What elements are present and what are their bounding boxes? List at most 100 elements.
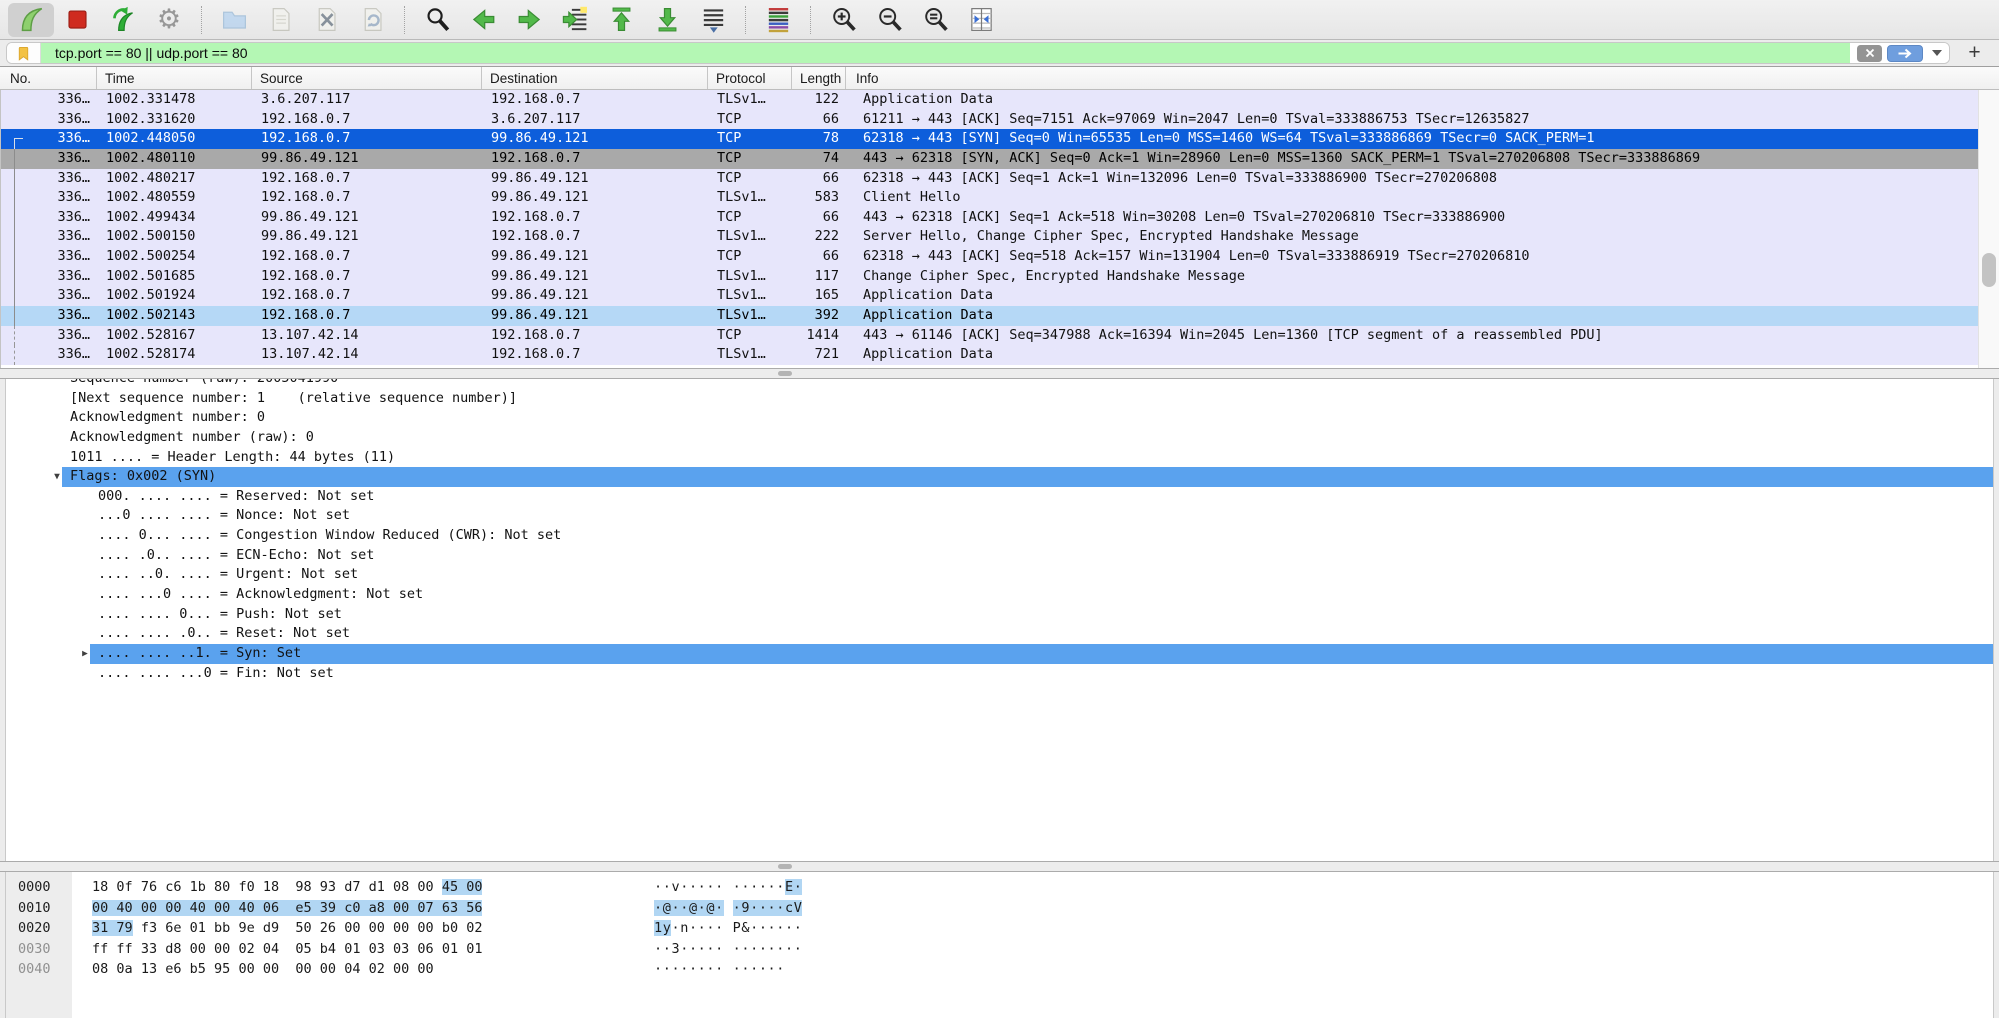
packet-pro-cell: TCP xyxy=(709,169,793,189)
packet-dst-cell: 99.86.49.121 xyxy=(483,188,709,208)
detail-line[interactable]: 000. .... .... = Reserved: Not set xyxy=(6,487,1993,507)
column-header-source[interactable]: Source xyxy=(252,67,482,89)
detail-line[interactable]: [Next sequence number: 1 (relative seque… xyxy=(6,389,1993,409)
packet-row[interactable]: 336…1002.50015099.86.49.121192.168.0.7TL… xyxy=(1,227,1999,247)
restart-capture-button[interactable] xyxy=(100,3,146,37)
detail-text: Acknowledgment number (raw): 0 xyxy=(70,428,314,448)
add-filter-button[interactable]: + xyxy=(1950,41,1999,65)
zoom-original-icon xyxy=(921,5,950,34)
column-header-protocol[interactable]: Protocol xyxy=(708,67,792,89)
detail-line[interactable]: .... ...0 .... = Acknowledgment: Not set xyxy=(6,585,1993,605)
save-file-button[interactable] xyxy=(257,3,303,37)
column-header-no[interactable]: No. xyxy=(0,67,97,89)
hex-offset: 0020 xyxy=(6,918,72,939)
packet-info-cell: 443 → 61146 [ACK] Seq=347988 Ack=16394 W… xyxy=(847,326,1999,346)
packet-row[interactable]: 336…1002.448050192.168.0.799.86.49.121TC… xyxy=(1,129,1999,149)
detail-line[interactable]: .... .... .0.. = Reset: Not set xyxy=(6,624,1993,644)
detail-line[interactable]: Sequence number (raw): 2005041990 xyxy=(6,379,1993,389)
filter-clear-button[interactable] xyxy=(1857,45,1882,62)
packet-row[interactable]: 336…1002.3314783.6.207.117192.168.0.7TLS… xyxy=(1,90,1999,110)
detail-line[interactable]: ...0 .... .... = Nonce: Not set xyxy=(6,506,1993,526)
go-last-packet-button[interactable] xyxy=(644,3,690,37)
packet-info-cell: 61211 → 443 [ACK] Seq=7151 Ack=97069 Win… xyxy=(847,110,1999,130)
packet-row[interactable]: 336…1002.480217192.168.0.799.86.49.121TC… xyxy=(1,169,1999,189)
go-forward-button[interactable] xyxy=(506,3,552,37)
detail-line[interactable]: .... .... ...0 = Fin: Not set xyxy=(6,664,1993,684)
column-header-info[interactable]: Info xyxy=(846,67,1999,89)
zoom-in-button[interactable] xyxy=(820,3,866,37)
packet-no-cell: 336… xyxy=(1,345,98,365)
packet-row[interactable]: 336…1002.331620192.168.0.73.6.207.117TCP… xyxy=(1,110,1999,130)
packet-info-cell: 62318 → 443 [ACK] Seq=518 Ack=157 Win=13… xyxy=(847,247,1999,267)
packet-dst-cell: 192.168.0.7 xyxy=(483,90,709,110)
packet-list-body: 336…1002.3314783.6.207.117192.168.0.7TLS… xyxy=(0,90,1999,368)
zoom-out-button[interactable] xyxy=(866,3,912,37)
stop-square-icon xyxy=(63,5,92,34)
detail-line[interactable]: Acknowledgment number: 0 xyxy=(6,408,1993,428)
detail-line[interactable]: .... .0.. .... = ECN-Echo: Not set xyxy=(6,546,1993,566)
display-filter-input[interactable]: tcp.port == 80 || udp.port == 80 xyxy=(41,43,1850,63)
packet-time-cell: 1002.501685 xyxy=(98,267,253,287)
conversation-mark xyxy=(14,306,23,326)
hex-row[interactable]: 002031 79 f3 6e 01 bb 9e d9 50 26 00 00 … xyxy=(6,918,1993,939)
scrollbar-thumb[interactable] xyxy=(1982,253,1996,287)
packet-info-cell: 62318 → 443 [ACK] Seq=1 Ack=1 Win=132096… xyxy=(847,169,1999,189)
packet-len-cell: 66 xyxy=(793,169,847,189)
auto-scroll-button[interactable] xyxy=(690,3,736,37)
packet-row[interactable]: 336…1002.501924192.168.0.799.86.49.121TL… xyxy=(1,286,1999,306)
conversation-mark xyxy=(14,247,23,267)
packet-row[interactable]: 336…1002.500254192.168.0.799.86.49.121TC… xyxy=(1,247,1999,267)
zoom-original-button[interactable] xyxy=(912,3,958,37)
packet-row[interactable]: 336…1002.49943499.86.49.121192.168.0.7TC… xyxy=(1,208,1999,228)
filter-bar: tcp.port == 80 || udp.port == 80 + xyxy=(0,40,1999,67)
toolbar-separator xyxy=(404,6,405,34)
column-header-length[interactable]: Length xyxy=(792,67,846,89)
packet-src-cell: 192.168.0.7 xyxy=(253,247,483,267)
hex-row[interactable]: 001000 40 00 00 40 00 40 06 e5 39 c0 a8 … xyxy=(6,898,1993,919)
go-first-packet-button[interactable] xyxy=(598,3,644,37)
resize-columns-button[interactable] xyxy=(958,3,1004,37)
clear-x-icon xyxy=(1865,48,1875,58)
detail-line[interactable]: .... ..0. .... = Urgent: Not set xyxy=(6,565,1993,585)
column-header-time[interactable]: Time xyxy=(97,67,252,89)
start-capture-button[interactable] xyxy=(8,3,54,37)
close-file-button[interactable] xyxy=(303,3,349,37)
packet-row[interactable]: 336…1002.48011099.86.49.121192.168.0.7TC… xyxy=(1,149,1999,169)
packet-time-cell: 1002.500150 xyxy=(98,227,253,247)
reload-file-button[interactable] xyxy=(349,3,395,37)
detail-line[interactable]: .... 0... .... = Congestion Window Reduc… xyxy=(6,526,1993,546)
detail-line[interactable]: 1011 .... = Header Length: 44 bytes (11) xyxy=(6,448,1993,468)
detail-line[interactable]: ▼Flags: 0x002 (SYN) xyxy=(6,467,1993,487)
detail-line[interactable]: ▶.... .... ..1. = Syn: Set xyxy=(6,644,1993,664)
colorize-button[interactable] xyxy=(755,3,801,37)
hex-ascii: ··v····· ······E· xyxy=(654,877,802,898)
open-file-button[interactable] xyxy=(211,3,257,37)
filter-dropdown-chevron[interactable] xyxy=(1932,50,1942,56)
packet-row[interactable]: 336…1002.52816713.107.42.14192.168.0.7TC… xyxy=(1,326,1999,346)
filter-controls xyxy=(1850,43,1949,63)
pane-splitter-top[interactable] xyxy=(0,368,1999,379)
packet-row[interactable]: 336…1002.502143192.168.0.799.86.49.121TL… xyxy=(1,306,1999,326)
pane-splitter-bottom[interactable] xyxy=(0,861,1999,872)
packet-len-cell: 66 xyxy=(793,208,847,228)
capture-options-button[interactable]: ⚙ xyxy=(146,3,192,37)
filter-apply-button[interactable] xyxy=(1887,45,1923,62)
packet-list-scrollbar[interactable] xyxy=(1978,90,1999,368)
hex-row[interactable]: 000018 0f 76 c6 1b 80 f0 18 98 93 d7 d1 … xyxy=(6,877,1993,898)
packet-row[interactable]: 336…1002.480559192.168.0.799.86.49.121TL… xyxy=(1,188,1999,208)
filter-bookmark-button[interactable] xyxy=(7,43,41,63)
hex-row[interactable]: 004008 0a 13 e6 b5 95 00 00 00 00 04 02 … xyxy=(6,959,1993,980)
stop-capture-button[interactable] xyxy=(54,3,100,37)
colorize-icon xyxy=(764,5,793,34)
packet-row[interactable]: 336…1002.52817413.107.42.14192.168.0.7TL… xyxy=(1,345,1999,365)
column-header-destination[interactable]: Destination xyxy=(482,67,708,89)
go-back-button[interactable] xyxy=(460,3,506,37)
find-packet-button[interactable] xyxy=(414,3,460,37)
detail-line[interactable]: Acknowledgment number (raw): 0 xyxy=(6,428,1993,448)
go-to-packet-button[interactable] xyxy=(552,3,598,37)
packet-pro-cell: TLSv1… xyxy=(709,90,793,110)
packet-row[interactable]: 336…1002.501685192.168.0.799.86.49.121TL… xyxy=(1,267,1999,287)
hex-ascii: ·@··@·@· ·9····cV xyxy=(654,898,802,919)
detail-line[interactable]: .... .... 0... = Push: Not set xyxy=(6,605,1993,625)
hex-row[interactable]: 0030ff ff 33 d8 00 00 02 04 05 b4 01 03 … xyxy=(6,939,1993,960)
